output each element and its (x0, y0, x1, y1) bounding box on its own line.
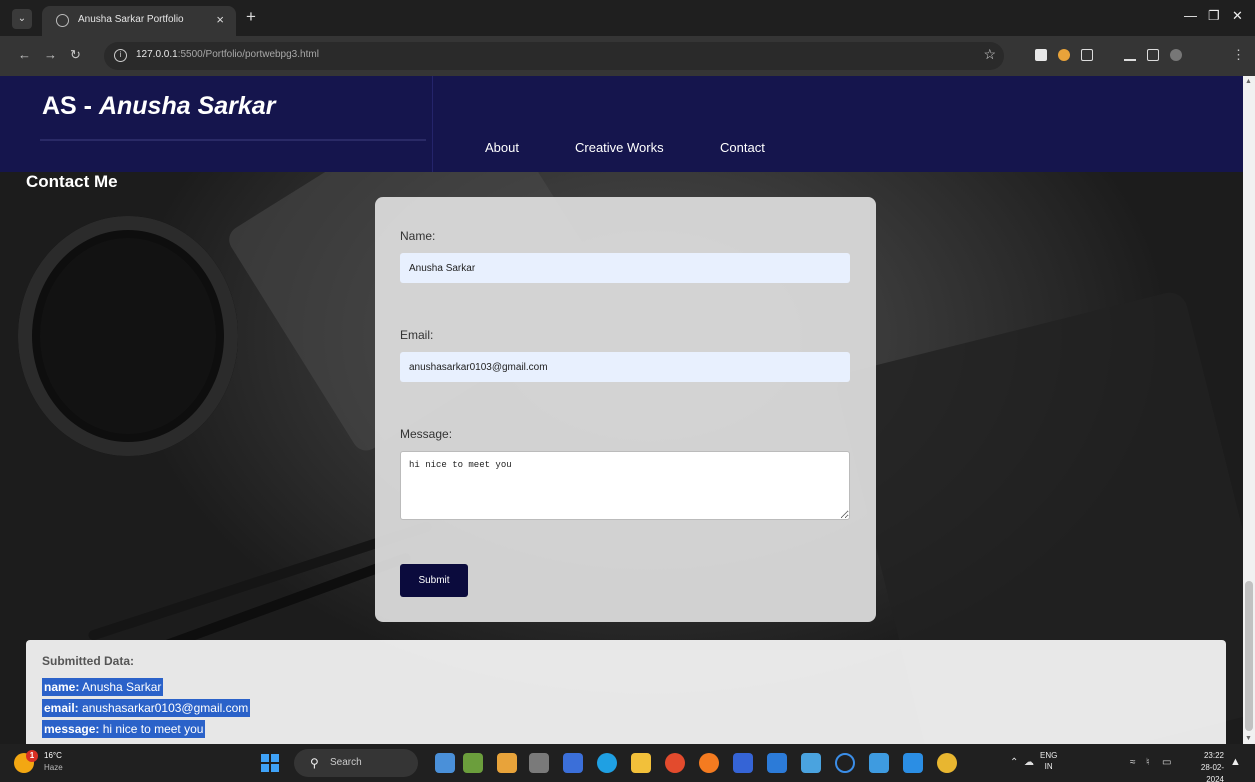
site-header: AS - Anusha Sarkar About Creative Works … (0, 76, 1243, 172)
browser-toolbar: ← → ↻ i 127.0.0.1:5500/Portfolio/portweb… (0, 36, 1255, 76)
nav-creative-works[interactable]: Creative Works (575, 140, 664, 155)
extensions-puzzle-icon[interactable] (1081, 49, 1093, 61)
site-brand[interactable]: AS - Anusha Sarkar (42, 92, 275, 121)
search-icon: ⚲ (310, 756, 319, 770)
browser-menu-icon[interactable]: ⋮ (1232, 47, 1245, 63)
name-label: Name: (400, 229, 436, 243)
scroll-down-icon[interactable]: ▼ (1245, 735, 1252, 742)
chrome-canary-icon[interactable] (937, 753, 957, 773)
scrollbar-thumb[interactable] (1245, 581, 1253, 731)
teams-icon[interactable] (563, 753, 583, 773)
globe-icon (56, 14, 69, 27)
tools-icon[interactable] (869, 753, 889, 773)
extension-check-icon[interactable] (1035, 49, 1047, 61)
weather-temp[interactable]: 16°C (44, 751, 62, 760)
site-info-icon[interactable]: i (114, 49, 127, 62)
submit-button[interactable]: Submit (400, 564, 468, 597)
url-text[interactable]: 127.0.0.1:5500/Portfolio/portwebpg3.html (136, 49, 319, 60)
page-scrollbar[interactable]: ▲ ▼ (1243, 76, 1255, 744)
message-label: Message: (400, 427, 453, 441)
app-icon[interactable] (497, 753, 517, 773)
language-indicator[interactable]: ENG IN (1040, 750, 1057, 772)
browser-tab-strip: ⌄ Anusha Sarkar Portfolio × + — ❐ ✕ (0, 0, 1255, 36)
mail-icon[interactable] (767, 753, 787, 773)
new-tab-icon[interactable]: + (246, 7, 256, 27)
app-l-icon[interactable] (733, 753, 753, 773)
close-window-icon[interactable]: ✕ (1232, 8, 1243, 24)
restore-icon[interactable]: ❐ (1208, 8, 1220, 24)
task-view-icon[interactable] (529, 753, 549, 773)
download-icon[interactable] (1124, 49, 1136, 61)
weather-condition[interactable]: Haze (44, 763, 63, 772)
close-tab-icon[interactable]: × (216, 12, 224, 27)
tab-search-icon[interactable]: ⌄ (12, 9, 32, 29)
address-bar[interactable]: i 127.0.0.1:5500/Portfolio/portwebpg3.ht… (104, 42, 1004, 70)
battery-icon[interactable]: ▭ (1162, 757, 1171, 768)
extension-icon[interactable] (1058, 49, 1070, 61)
name-input[interactable] (400, 253, 850, 283)
contact-form: Name: Email: Message: hi nice to meet yo… (375, 197, 876, 622)
edge-icon[interactable] (597, 753, 617, 773)
submitted-row-name: name: Anusha Sarkar (42, 678, 164, 696)
volume-icon[interactable]: ♮ (1146, 757, 1150, 768)
search-placeholder: Search (330, 757, 362, 768)
submitted-row-message: message: hi nice to meet you (42, 720, 206, 738)
tab-title: Anusha Sarkar Portfolio (78, 14, 184, 25)
message-textarea[interactable]: hi nice to meet you (400, 451, 850, 520)
taskbar-search[interactable]: ⚲ Search (294, 749, 418, 777)
profile-avatar[interactable] (1170, 49, 1182, 61)
back-icon[interactable]: ← (18, 47, 31, 62)
reload-icon[interactable]: ↻ (70, 47, 81, 63)
wifi-icon[interactable]: ≈ (1130, 757, 1136, 768)
bookmark-star-icon[interactable]: ☆ (983, 46, 996, 63)
cortana-icon[interactable] (835, 753, 855, 773)
nav-about[interactable]: About (485, 140, 519, 155)
chrome-icon[interactable] (665, 753, 685, 773)
email-label: Email: (400, 328, 434, 342)
nav-contact[interactable]: Contact (720, 140, 765, 155)
vscode-icon[interactable] (903, 753, 923, 773)
calendar-icon[interactable] (801, 753, 821, 773)
weather-badge: 1 (26, 750, 38, 762)
system-clock[interactable]: 23:22 28-02-2024 (1184, 750, 1224, 782)
copilot-icon[interactable] (435, 753, 455, 773)
widgets-icon[interactable] (463, 753, 483, 773)
submitted-data-panel: Submitted Data: name: Anusha Sarkar emai… (26, 640, 1226, 744)
brand-underline (40, 139, 426, 141)
background-photo-cup (18, 216, 238, 456)
submitted-row-email: email: anushasarkar0103@gmail.com (42, 699, 251, 717)
page-title: Contact Me (26, 172, 118, 191)
forward-icon[interactable]: → (44, 47, 57, 62)
windows-taskbar: 1 16°C Haze ⚲ Search ⌃ ☁ ENG IN ≈ ♮ ▭ 23:… (0, 744, 1255, 782)
email-input[interactable] (400, 352, 850, 382)
file-explorer-icon[interactable] (631, 753, 651, 773)
browser-tab[interactable]: Anusha Sarkar Portfolio × (42, 6, 236, 36)
sidepanel-icon[interactable] (1147, 49, 1159, 61)
tray-expand-icon[interactable]: ⌃ (1010, 757, 1018, 768)
header-divider (432, 76, 433, 172)
windows-start-icon[interactable] (261, 754, 279, 772)
onedrive-icon[interactable]: ☁ (1024, 757, 1034, 768)
firefox-icon[interactable] (699, 753, 719, 773)
scroll-up-icon[interactable]: ▲ (1245, 78, 1252, 85)
submitted-title: Submitted Data: (42, 654, 135, 668)
page-viewport: AS - Anusha Sarkar About Creative Works … (0, 76, 1243, 744)
notification-bell-icon[interactable]: ▲ (1230, 756, 1241, 768)
minimize-icon[interactable]: — (1184, 8, 1197, 23)
